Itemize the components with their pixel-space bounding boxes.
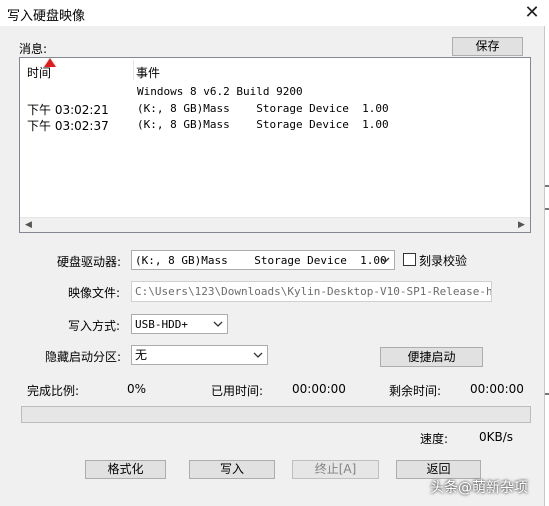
write-method-select[interactable]: USB-HDD+ [131, 314, 228, 334]
cursor-pointer-icon [44, 58, 56, 67]
close-icon[interactable]: ✕ [520, 2, 544, 24]
title-bar: 写入硬盘映像 ✕ [0, 0, 545, 26]
row-event: (K:, 8 GB)Mass Storage Device 1.00 [137, 118, 389, 131]
remaining-time-value: 00:00:00 [470, 382, 524, 396]
chevron-down-icon [213, 321, 223, 327]
background-edge [545, 208, 549, 210]
table-row[interactable]: Windows 8 v6.2 Build 9200 [20, 83, 530, 99]
row-event: (K:, 8 GB)Mass Storage Device 1.00 [137, 102, 389, 115]
table-row[interactable]: 下午 03:02:37 (K:, 8 GB)Mass Storage Devic… [20, 116, 530, 133]
hidden-partition-value: 无 [135, 348, 148, 362]
scroll-left-icon[interactable]: ◀ [20, 218, 37, 233]
watermark: 头条@萌新杂项 [430, 480, 528, 496]
background-edge [545, 185, 549, 187]
write-method-label: 写入方式: [68, 319, 121, 333]
elapsed-time-value: 00:00:00 [292, 382, 346, 396]
remaining-time-label: 剩余时间: [389, 384, 442, 398]
chevron-down-icon [253, 352, 263, 358]
horizontal-scrollbar[interactable]: ◀ ▶ [20, 217, 530, 232]
column-divider [133, 60, 134, 80]
message-list[interactable]: 时间 事件 Windows 8 v6.2 Build 9200 下午 03:02… [19, 57, 531, 233]
table-row[interactable]: 下午 03:02:21 (K:, 8 GB)Mass Storage Devic… [20, 100, 530, 117]
progress-bar [21, 406, 531, 423]
drive-value: (K:, 8 GB)Mass Storage Device 1.00 [135, 254, 387, 267]
window-title: 写入硬盘映像 [7, 9, 86, 24]
verify-label[interactable]: 刻录校验 [419, 252, 467, 269]
hidden-partition-select[interactable]: 无 [131, 345, 268, 365]
column-header-event[interactable]: 事件 [136, 64, 160, 81]
chevron-down-icon [380, 257, 390, 263]
drive-select[interactable]: (K:, 8 GB)Mass Storage Device 1.00 [131, 250, 395, 270]
save-button[interactable]: 保存 [452, 37, 523, 56]
messages-label: 消息: [19, 42, 48, 56]
progress-label: 完成比例: [27, 384, 80, 398]
image-file-value: C:\Users\123\Downloads\Kylin-Desktop-V10… [135, 285, 492, 298]
drive-label: 硬盘驱动器: [57, 255, 122, 269]
speed-value: 0KB/s [479, 430, 514, 444]
quick-boot-button[interactable]: 便捷启动 [380, 347, 483, 367]
speed-label: 速度: [420, 432, 449, 446]
stop-button[interactable]: 终止[A] [292, 460, 379, 479]
verify-checkbox[interactable] [403, 253, 416, 266]
row-time: 下午 03:02:37 [27, 119, 109, 133]
elapsed-time-label: 已用时间: [211, 384, 264, 398]
format-button[interactable]: 格式化 [85, 460, 166, 479]
scroll-right-icon[interactable]: ▶ [513, 218, 530, 233]
image-file-field[interactable]: C:\Users\123\Downloads\Kylin-Desktop-V10… [131, 281, 492, 302]
write-disk-image-dialog: 写入硬盘映像 ✕ 消息: 保存 时间 事件 Windows 8 v6.2 Bui… [0, 0, 545, 506]
progress-value: 0% [127, 382, 147, 396]
write-method-value: USB-HDD+ [135, 318, 188, 331]
row-event: Windows 8 v6.2 Build 9200 [137, 85, 303, 98]
hidden-partition-label: 隐藏启动分区: [45, 350, 122, 364]
image-file-label: 映像文件: [68, 286, 121, 300]
write-button[interactable]: 写入 [189, 460, 275, 479]
background-edge [545, 393, 549, 395]
